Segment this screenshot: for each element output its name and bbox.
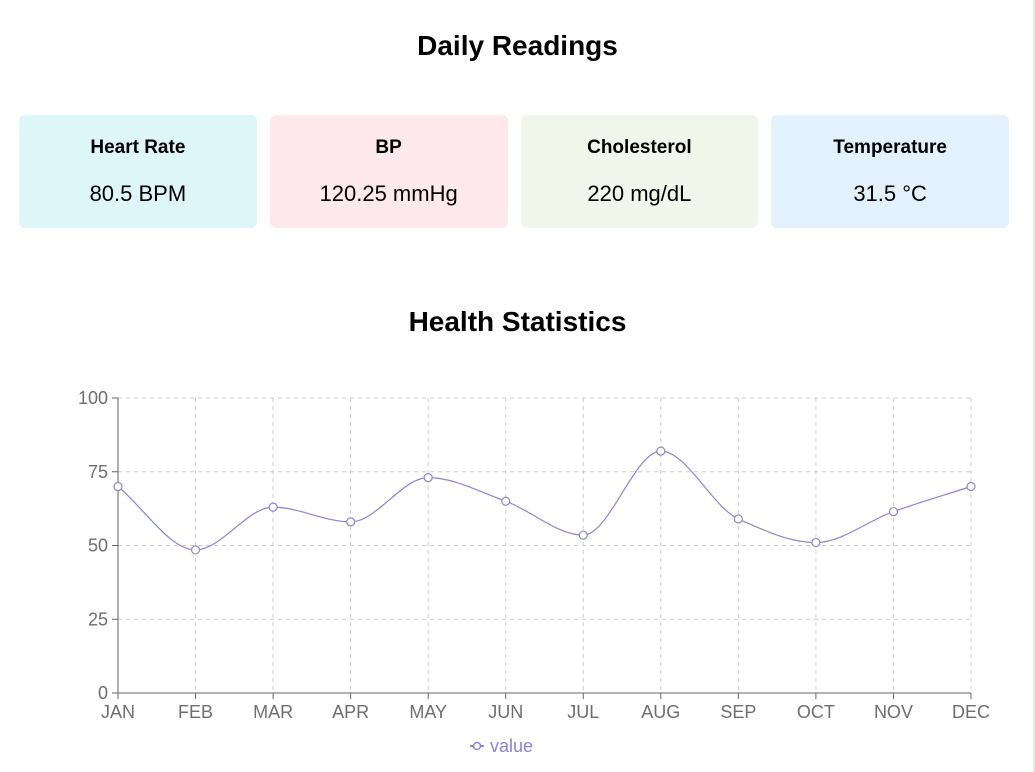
- x-tick-label: NOV: [874, 702, 913, 722]
- card-value: 80.5 BPM: [89, 181, 187, 206]
- x-tick-label: DEC: [952, 702, 990, 722]
- x-tick-label: SEP: [720, 702, 756, 722]
- data-point: [190, 545, 201, 555]
- readings-cards: Heart Rate 80.5 BPM BP 120.25 mmHg Chole…: [19, 115, 1009, 228]
- card-label: BP: [375, 137, 402, 158]
- data-point: [346, 517, 356, 527]
- card-value: 220 mg/dL: [587, 181, 692, 206]
- data-point: [733, 514, 743, 524]
- x-tick-label: APR: [332, 702, 369, 722]
- data-point: [501, 496, 511, 506]
- data-point: [656, 446, 666, 456]
- line-chart: 0 25 50 75 100 JAN FEB MAR APR MAY JUN JUL AUG SEP OCT…: [78, 388, 990, 756]
- data-point: [578, 530, 588, 540]
- series-line: [117, 450, 972, 551]
- card-value: 120.25 mmHg: [319, 181, 458, 206]
- y-tick-label: 100: [78, 388, 108, 408]
- chart-title: Health Statistics: [408, 306, 627, 337]
- temperature-card: Temperature 31.5 °C: [771, 115, 1009, 228]
- x-tick-label: MAR: [253, 702, 293, 722]
- legend-marker-icon: [472, 741, 482, 751]
- page-title: Daily Readings: [417, 30, 618, 61]
- card-value: 31.5 °C: [853, 181, 927, 206]
- data-point: [811, 537, 821, 548]
- y-tick-label: 0: [98, 683, 108, 703]
- x-tick-label: JAN: [101, 702, 135, 722]
- y-tick-label: 75: [88, 462, 108, 482]
- x-tick-label: JUL: [567, 702, 599, 722]
- x-tick-label: AUG: [641, 702, 680, 722]
- card-label: Temperature: [833, 137, 947, 158]
- bp-card: BP 120.25 mmHg: [269, 115, 508, 228]
- y-tick-label: 25: [88, 609, 108, 629]
- data-point: [888, 506, 899, 517]
- data-point: [966, 481, 976, 492]
- data-point: [423, 473, 433, 483]
- x-tick-label: JUN: [488, 702, 523, 722]
- data-point: [113, 481, 123, 492]
- cholesterol-card: Cholesterol 220 mg/dL: [520, 115, 759, 228]
- y-tick-label: 50: [88, 536, 108, 556]
- x-tick-label: OCT: [797, 702, 835, 722]
- heart-rate-card: Heart Rate 80.5 BPM: [19, 115, 257, 228]
- legend-label: value: [490, 736, 533, 756]
- card-label: Cholesterol: [587, 137, 692, 158]
- card-label: Heart Rate: [90, 137, 186, 158]
- x-tick-label: FEB: [178, 702, 213, 722]
- x-tick-label: MAY: [409, 702, 447, 722]
- data-point: [268, 502, 278, 512]
